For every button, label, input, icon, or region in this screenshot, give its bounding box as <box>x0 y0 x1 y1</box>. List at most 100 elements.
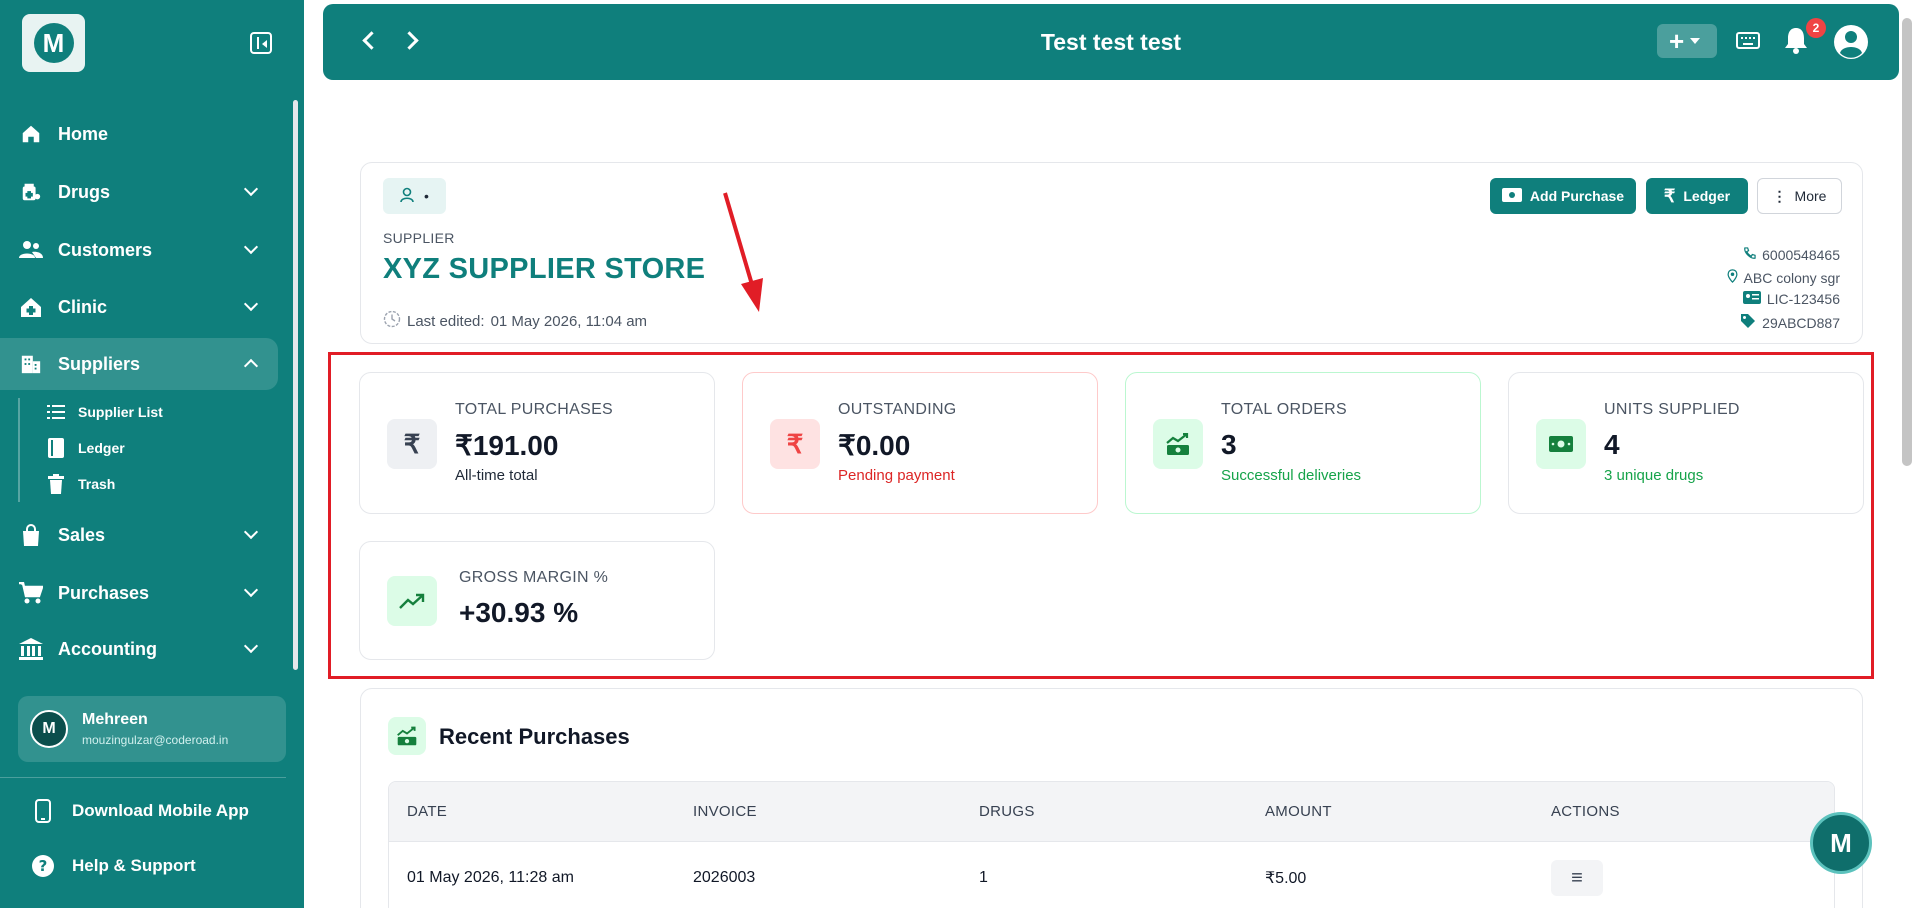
sidebar-item-label: Suppliers <box>58 353 141 374</box>
supplier-label: SUPPLIER <box>383 230 455 246</box>
sidebar: M Home Drugs Customers Clinic Suppliers … <box>0 0 304 908</box>
help-icon: ? <box>30 854 56 878</box>
help-support-link[interactable]: ? Help & Support <box>30 851 196 881</box>
ledger-button[interactable]: ₹ Ledger <box>1646 178 1748 214</box>
account-icon[interactable] <box>1833 24 1869 65</box>
chevron-up-icon <box>243 358 259 374</box>
license-value: LIC-123456 <box>1766 291 1840 307</box>
app-logo[interactable]: M <box>22 14 85 72</box>
supplier-phone: 6000548465 <box>1743 247 1840 263</box>
sidebar-item-customers[interactable]: Customers <box>0 224 278 276</box>
sidebar-item-label: Sales <box>58 524 106 545</box>
sidebar-item-label: Accounting <box>58 638 157 659</box>
cash-icon <box>1501 187 1522 205</box>
assistant-bot-icon[interactable]: M <box>1810 812 1872 874</box>
column-header-invoice[interactable]: INVOICE <box>675 803 961 820</box>
sidebar-item-drugs[interactable]: Drugs <box>0 166 278 218</box>
quick-add-button[interactable]: + <box>1657 24 1717 58</box>
recent-purchases-table: DATE INVOICE DRUGS AMOUNT ACTIONS 01 May… <box>388 781 1835 908</box>
sidebar-item-purchases[interactable]: Purchases <box>0 567 278 619</box>
chevron-down-icon <box>243 582 259 598</box>
caret-down-icon <box>1690 38 1701 44</box>
cell-date: 01 May 2026, 11:28 am <box>407 869 574 886</box>
user-name: Mehreen <box>82 711 148 728</box>
download-label: Download Mobile App <box>72 801 249 820</box>
plus-icon: + <box>1669 25 1685 56</box>
column-header-actions: ACTIONS <box>1551 803 1620 820</box>
rupee-icon: ₹ <box>1663 185 1676 206</box>
supplier-address: ABC colony sgr <box>1727 269 1840 286</box>
add-purchase-label: Add Purchase <box>1529 188 1625 204</box>
supplier-name: XYZ SUPPLIER STORE <box>383 253 706 285</box>
sidebar-subitem-trash[interactable]: Trash <box>46 469 115 499</box>
history-icon <box>383 310 401 332</box>
customers-icon <box>18 237 44 263</box>
chevron-down-icon <box>243 638 259 654</box>
supplier-gst: 29ABCD887 <box>1740 313 1840 332</box>
collapse-sidebar-icon[interactable] <box>250 32 272 54</box>
sidebar-subitem-label: Ledger <box>78 440 125 456</box>
cell-amount: ₹5.00 <box>1265 870 1307 887</box>
chevron-down-icon <box>243 296 259 312</box>
supplier-type-tag[interactable]: • <box>383 178 446 214</box>
table-row[interactable]: 01 May 2026, 11:28 am 2026003 1 ₹5.00 ≡ <box>389 842 1834 908</box>
id-card-icon <box>1742 291 1761 307</box>
sidebar-item-sales[interactable]: Sales <box>0 509 278 561</box>
person-icon <box>400 187 414 206</box>
sidebar-item-accounting[interactable]: Accounting <box>0 623 278 675</box>
chevron-down-icon <box>243 239 259 255</box>
column-header-amount[interactable]: AMOUNT <box>1247 803 1533 820</box>
sidebar-subitem-supplier-list[interactable]: Supplier List <box>46 397 163 427</box>
bell-icon[interactable] <box>1783 26 1809 59</box>
sidebar-scrollbar[interactable] <box>293 100 298 670</box>
tag-icon <box>1740 313 1756 332</box>
cell-actions: ≡ <box>1533 860 1833 896</box>
top-header: Test test test + 2 <box>323 4 1899 80</box>
cell-drugs: 1 <box>979 869 988 886</box>
column-header-drugs[interactable]: DRUGS <box>961 803 1247 820</box>
phone-value: 6000548465 <box>1762 247 1840 263</box>
svg-text:?: ? <box>39 857 48 875</box>
cell-invoice: 2026003 <box>693 869 756 886</box>
chevron-down-icon <box>243 524 259 540</box>
bank-icon <box>18 636 44 662</box>
sidebar-item-label: Purchases <box>58 582 150 603</box>
download-mobile-app-link[interactable]: Download Mobile App <box>30 796 249 826</box>
last-edited-value: 01 May 2026, 11:04 am <box>490 312 648 330</box>
suppliers-icon <box>18 351 44 377</box>
supplier-license: LIC-123456 <box>1742 291 1840 307</box>
trash-icon <box>46 474 66 494</box>
user-email: mouzingulzar@coderoad.in <box>82 733 229 747</box>
tag-dot: • <box>424 188 429 204</box>
add-purchase-button[interactable]: Add Purchase <box>1490 178 1636 214</box>
money-chart-icon <box>388 717 426 755</box>
more-label: More <box>1794 188 1827 204</box>
sidebar-divider <box>0 777 286 778</box>
sidebar-item-suppliers[interactable]: Suppliers <box>0 338 278 390</box>
sidebar-item-home[interactable]: Home <box>0 108 278 160</box>
more-button[interactable]: ⋮ More <box>1757 178 1842 214</box>
sidebar-item-label: Home <box>58 123 109 144</box>
cart-icon <box>18 580 44 606</box>
annotation-highlight-box <box>328 352 1874 679</box>
column-header-date[interactable]: DATE <box>389 803 675 820</box>
user-profile-card[interactable]: M Mehreen mouzingulzar@coderoad.in <box>18 696 286 762</box>
section-title: Recent Purchases <box>439 724 630 749</box>
table-header: DATE INVOICE DRUGS AMOUNT ACTIONS <box>389 782 1834 842</box>
phone-icon <box>30 799 56 823</box>
sidebar-item-clinic[interactable]: Clinic <box>0 281 278 333</box>
gst-value: 29ABCD887 <box>1762 314 1840 331</box>
page-scrollbar[interactable] <box>1902 18 1912 466</box>
sidebar-subitem-ledger[interactable]: Ledger <box>46 433 125 463</box>
submenu-guide-line <box>18 398 20 502</box>
chevron-down-icon <box>243 181 259 197</box>
sidebar-subitem-label: Trash <box>78 476 116 492</box>
ledger-label: Ledger <box>1683 188 1731 204</box>
home-icon <box>18 121 44 147</box>
keyboard-icon[interactable] <box>1736 32 1760 49</box>
logo-letter: M <box>33 23 74 63</box>
list-icon <box>46 405 66 419</box>
last-edited-label: Last edited: <box>407 312 485 330</box>
recent-purchases-card: Recent Purchases DATE INVOICE DRUGS AMOU… <box>360 688 1863 908</box>
row-menu-icon[interactable]: ≡ <box>1551 860 1603 896</box>
